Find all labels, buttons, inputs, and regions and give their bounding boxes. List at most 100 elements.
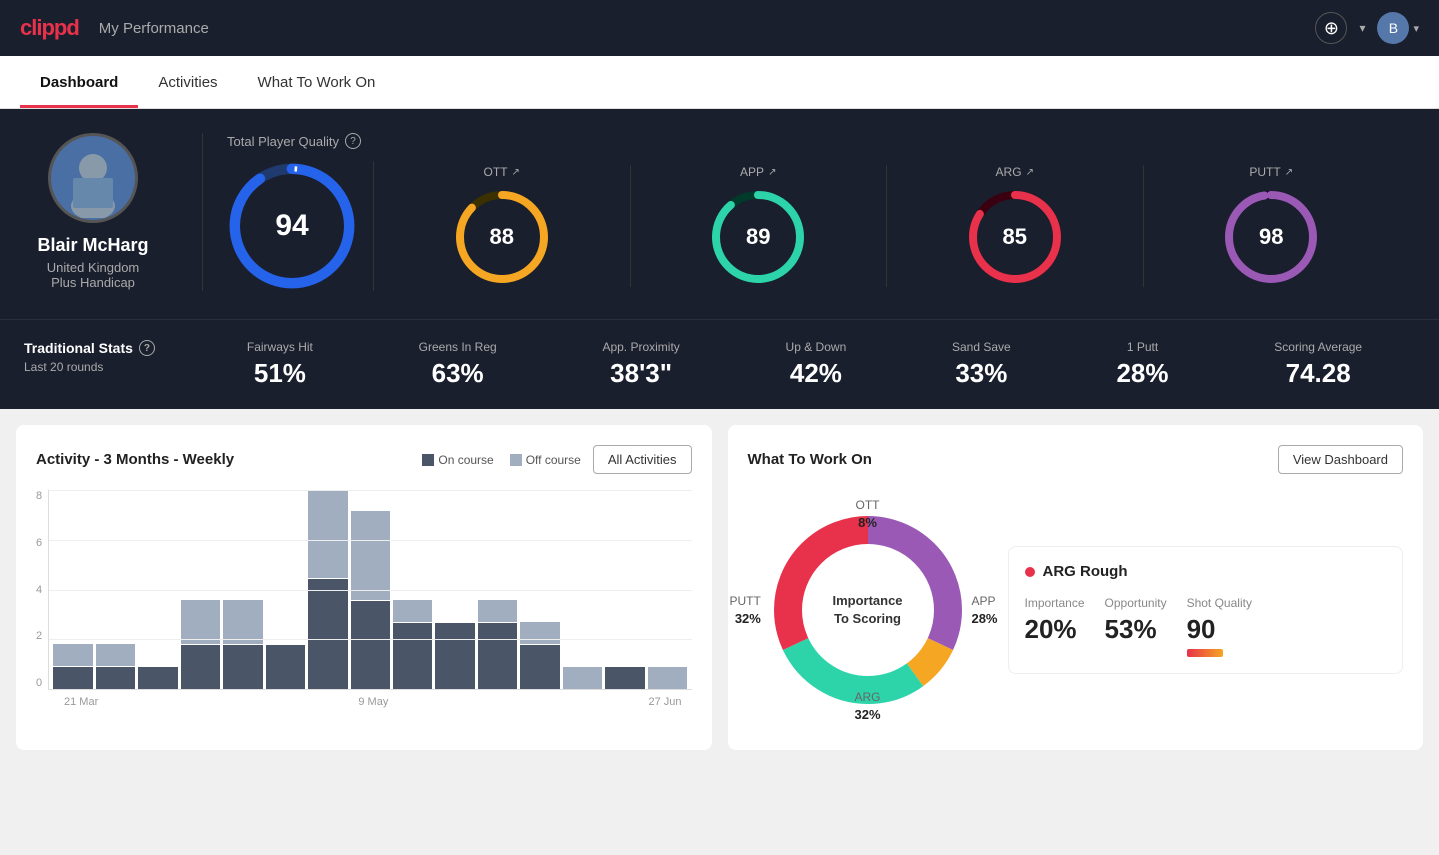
bar-on-course xyxy=(351,601,390,689)
traditional-stats-section: Traditional Stats ? Last 20 rounds Fairw… xyxy=(0,319,1439,409)
app-donut-label: APP 28% xyxy=(971,592,997,628)
putt-gauge: 98 xyxy=(1221,187,1321,287)
ott-donut-label: OTT 8% xyxy=(856,496,880,532)
bar-group xyxy=(520,490,559,689)
bar-off-course xyxy=(563,667,602,689)
arg-gauge: 85 xyxy=(965,187,1065,287)
bar-on-course xyxy=(138,667,177,689)
stat-scoring-average: Scoring Average 74.28 xyxy=(1274,340,1362,389)
bar-group xyxy=(351,490,390,689)
arg-donut-label: ARG 32% xyxy=(854,688,880,724)
stats-title: Traditional Stats ? xyxy=(24,340,194,356)
tab-what-to-work-on[interactable]: What To Work On xyxy=(238,56,396,108)
legend-off-course: Off course xyxy=(510,453,581,467)
bar-group xyxy=(223,490,262,689)
avatar-chevron: ▾ xyxy=(1413,22,1419,35)
stat-label: Scoring Average xyxy=(1274,340,1362,354)
bar-chart: 8 6 4 2 0 xyxy=(36,490,692,710)
donut-chart: ImportanceTo Scoring OTT 8% APP 28% ARG … xyxy=(748,490,988,730)
detail-indicator-dot xyxy=(1025,567,1035,577)
shot-quality-label: Shot Quality xyxy=(1187,596,1252,610)
divider xyxy=(202,133,203,291)
stats-label: Traditional Stats ? Last 20 rounds xyxy=(24,340,194,374)
importance-metric: Importance 20% xyxy=(1025,596,1085,657)
stats-grid: Fairways Hit 51% Greens In Reg 63% App. … xyxy=(194,340,1415,389)
bar-on-course xyxy=(96,667,135,689)
bar-group xyxy=(181,490,220,689)
logo-text: clippd xyxy=(20,15,79,41)
header-left: clippd My Performance xyxy=(20,15,209,41)
opportunity-value: 53% xyxy=(1105,614,1167,645)
legend-on-course-dot xyxy=(422,454,434,466)
bar-on-course xyxy=(181,645,220,689)
stat-label: App. Proximity xyxy=(602,340,679,354)
chart-title: Activity - 3 Months - Weekly xyxy=(36,451,234,468)
bar-group xyxy=(96,490,135,689)
stat-label: Fairways Hit xyxy=(247,340,313,354)
avatar-button[interactable]: B ▾ xyxy=(1377,12,1419,44)
app-value: 89 xyxy=(746,224,770,250)
bar-off-course xyxy=(393,600,432,622)
bar-group xyxy=(435,490,474,689)
importance-label: Importance xyxy=(1025,596,1085,610)
metric-app: APP ↗ 89 xyxy=(631,165,888,287)
ott-value: 88 xyxy=(490,224,514,250)
stat-app-proximity: App. Proximity 38'3" xyxy=(602,340,679,389)
bar-off-course xyxy=(96,644,135,666)
view-dashboard-button[interactable]: View Dashboard xyxy=(1278,445,1403,474)
activity-card: Activity - 3 Months - Weekly On course O… xyxy=(16,425,712,750)
bar-off-course xyxy=(520,622,559,644)
stats-subtitle: Last 20 rounds xyxy=(24,360,194,374)
x-label-3: 27 Jun xyxy=(648,696,681,708)
bar-on-course xyxy=(53,667,92,689)
player-handicap: Plus Handicap xyxy=(51,275,135,290)
stat-label: 1 Putt xyxy=(1127,340,1158,354)
metric-putt: PUTT ↗ 98 xyxy=(1144,165,1400,287)
all-activities-button[interactable]: All Activities xyxy=(593,445,692,474)
chart-legend: On course Off course xyxy=(422,453,581,467)
app-label: APP ↗ xyxy=(740,165,776,179)
tab-dashboard[interactable]: Dashboard xyxy=(20,56,138,108)
quality-section: Total Player Quality ? 94 xyxy=(211,133,1415,291)
header-right: ⊕ ▾ B ▾ xyxy=(1315,12,1419,44)
header: clippd My Performance ⊕ ▾ B ▾ xyxy=(0,0,1439,56)
x-label-1: 21 Mar xyxy=(64,696,98,708)
nav-tabs: Dashboard Activities What To Work On xyxy=(0,56,1439,109)
bar-group xyxy=(478,490,517,689)
stat-value: 33% xyxy=(955,358,1007,389)
logo: clippd xyxy=(20,15,79,41)
app-gauge: 89 xyxy=(708,187,808,287)
workon-content: ImportanceTo Scoring OTT 8% APP 28% ARG … xyxy=(748,490,1404,730)
opportunity-metric: Opportunity 53% xyxy=(1105,596,1167,657)
quality-title: Total Player Quality ? xyxy=(227,133,1399,149)
stat-value: 38'3" xyxy=(610,358,672,389)
avatar: B xyxy=(1377,12,1409,44)
plus-icon: ⊕ xyxy=(1324,18,1339,39)
stat-value: 51% xyxy=(254,358,306,389)
tab-activities[interactable]: Activities xyxy=(138,56,237,108)
shot-quality-value: 90 xyxy=(1187,614,1252,645)
bar-on-course xyxy=(266,645,305,689)
stat-up-down: Up & Down 42% xyxy=(786,340,847,389)
opportunity-label: Opportunity xyxy=(1105,596,1167,610)
bar-off-course xyxy=(351,511,390,599)
bottom-section: Activity - 3 Months - Weekly On course O… xyxy=(0,409,1439,766)
stat-label: Greens In Reg xyxy=(419,340,497,354)
putt-label: PUTT ↗ xyxy=(1249,165,1293,179)
stat-1-putt: 1 Putt 28% xyxy=(1116,340,1168,389)
x-label-2: 9 May xyxy=(358,696,388,708)
info-icon[interactable]: ? xyxy=(345,133,361,149)
bar-off-course xyxy=(648,667,687,689)
avatar-large xyxy=(48,133,138,223)
chevron-icon: ▾ xyxy=(1359,21,1365,35)
bar-group xyxy=(266,490,305,689)
workon-header: What To Work On View Dashboard xyxy=(748,445,1404,474)
stat-label: Up & Down xyxy=(786,340,847,354)
stats-info-icon[interactable]: ? xyxy=(139,340,155,356)
bar-group xyxy=(138,490,177,689)
detail-title: ARG Rough xyxy=(1043,563,1128,580)
bar-group xyxy=(648,490,687,689)
add-button[interactable]: ⊕ xyxy=(1315,12,1347,44)
bar-off-course xyxy=(181,600,220,644)
metrics-row: 94 OTT ↗ 88 xyxy=(227,161,1399,291)
